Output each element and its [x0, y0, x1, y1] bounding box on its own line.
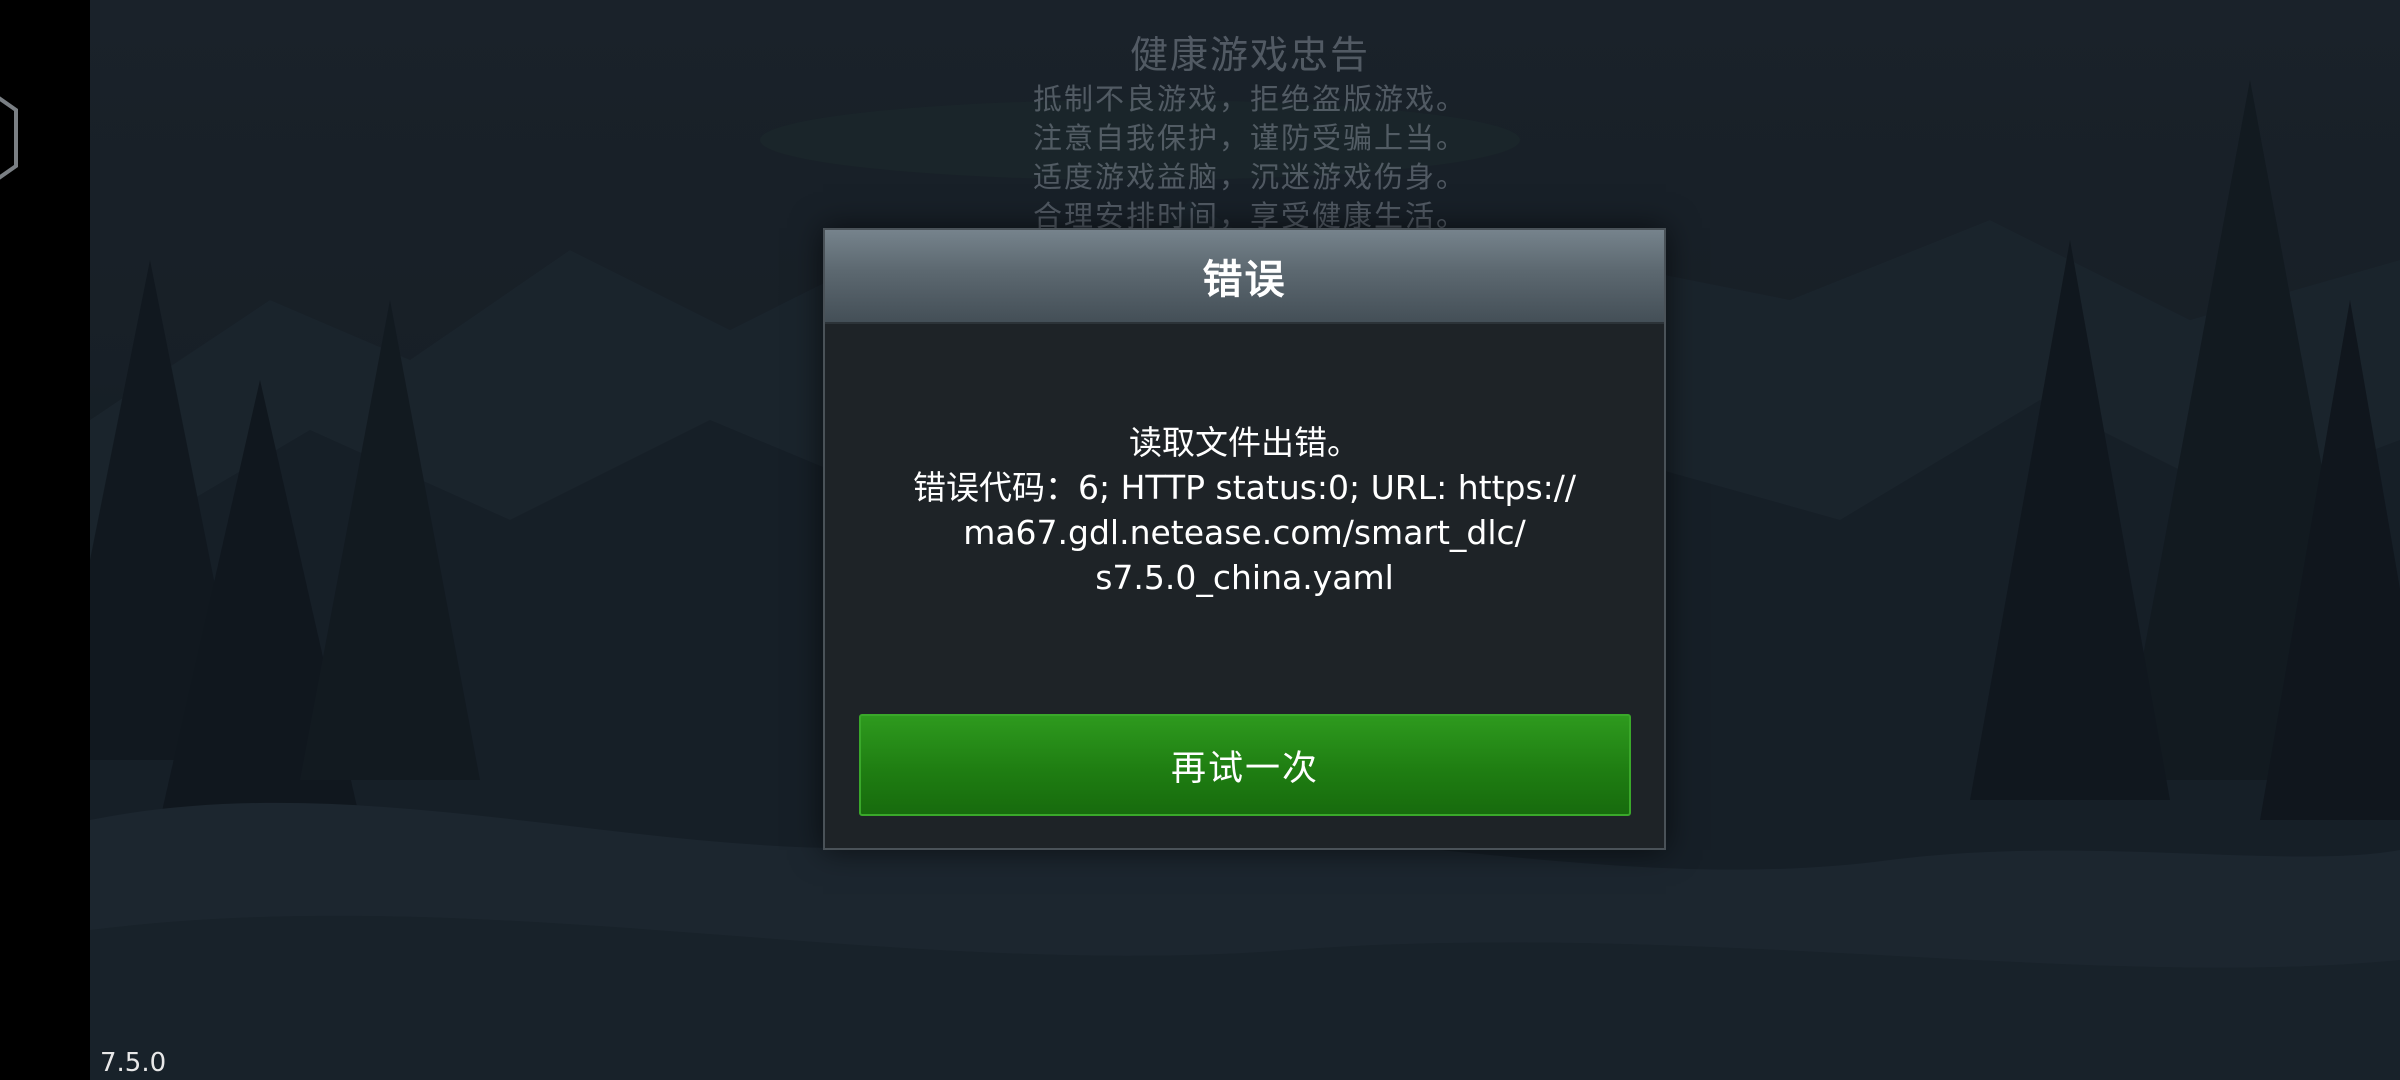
dialog-header: 错误: [825, 230, 1664, 324]
hexagon-icon[interactable]: [0, 78, 18, 198]
game-screen: 健康游戏忠告 抵制不良游戏，拒绝盗版游戏。 注意自我保护，谨防受骗上当。 适度游…: [0, 0, 2400, 1080]
error-url-line: s7.5.0_china.yaml: [1095, 558, 1394, 597]
retry-button-label: 再试一次: [1170, 748, 1319, 789]
error-code-line: 错误代码：6; HTTP status:0; URL: https://: [912, 468, 1577, 507]
error-dialog: 错误 读取文件出错。 错误代码：6; HTTP status:0; URL: h…: [823, 228, 1666, 850]
error-url-line: ma67.gdl.netease.com/smart_dlc/: [963, 513, 1526, 552]
version-label: 7.5.0: [100, 1048, 167, 1078]
health-advisory: 健康游戏忠告 抵制不良游戏，拒绝盗版游戏。 注意自我保护，谨防受骗上当。 适度游…: [1000, 30, 1500, 236]
advisory-line: 注意自我保护，谨防受骗上当。: [1032, 121, 1467, 155]
error-message-line: 读取文件出错。: [1129, 423, 1360, 462]
advisory-title: 健康游戏忠告: [1129, 33, 1370, 77]
dialog-title: 错误: [1202, 257, 1287, 303]
retry-button[interactable]: 再试一次: [859, 714, 1631, 816]
advisory-line: 适度游戏益脑，沉迷游戏伤身。: [1032, 160, 1467, 194]
error-message: 读取文件出错。 错误代码：6; HTTP status:0; URL: http…: [825, 420, 1664, 600]
advisory-line: 抵制不良游戏，拒绝盗版游戏。: [1032, 82, 1467, 116]
